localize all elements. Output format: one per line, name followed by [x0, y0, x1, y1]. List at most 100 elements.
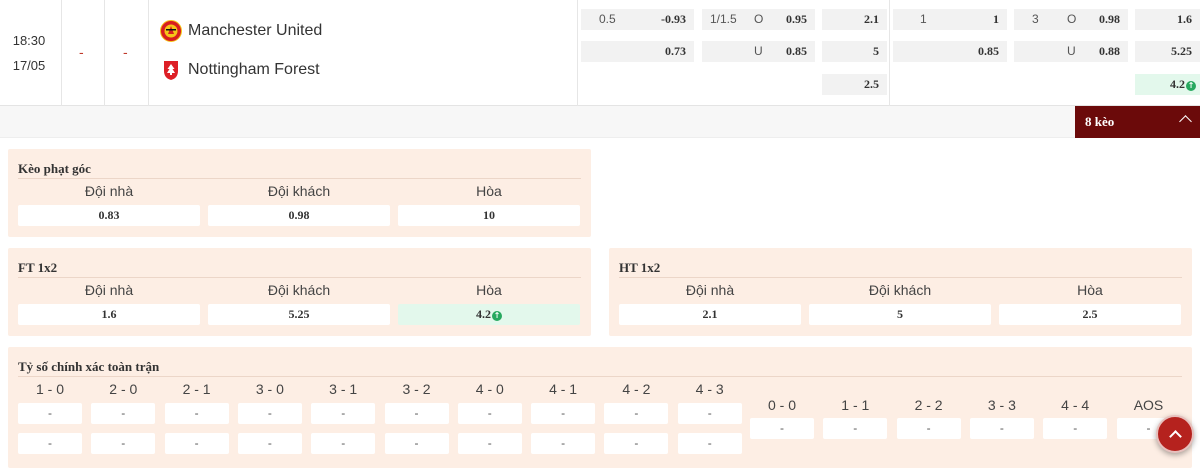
ft-under-value: 0.85: [786, 44, 807, 58]
ft-1x2-draw[interactable]: 2.5: [822, 74, 887, 95]
score-odd[interactable]: -: [384, 433, 449, 454]
score-odd[interactable]: -: [896, 418, 961, 439]
col-header-away: Đội khách: [267, 282, 331, 298]
score-odd[interactable]: -: [18, 433, 82, 454]
score-header: 0 - 0: [767, 397, 796, 413]
ht-home-odd[interactable]: 2.1: [619, 304, 801, 325]
ht-handicap-home[interactable]: 1 1: [893, 9, 1007, 30]
arrow-up-icon: ↑: [492, 311, 502, 321]
score-odd[interactable]: -: [677, 403, 742, 424]
score-odd[interactable]: -: [1043, 418, 1108, 439]
col-header-home: Đội nhà: [84, 282, 134, 298]
score-header: 2 - 1: [182, 381, 211, 397]
ht-away-odd[interactable]: 5: [809, 304, 991, 325]
score-odd[interactable]: -: [91, 403, 156, 424]
ht-1x2-home[interactable]: 1.6: [1135, 9, 1200, 30]
ft-1x2-home-value: 2.1: [864, 12, 879, 26]
score-odd[interactable]: -: [311, 403, 376, 424]
ft-handicap-away[interactable]: 0.73: [581, 41, 694, 62]
divider: [577, 0, 578, 106]
ht-over[interactable]: 3 O 0.98: [1014, 9, 1128, 30]
divider: [104, 0, 105, 106]
score-header: 4 - 4: [1061, 397, 1090, 413]
panel-title: HT 1x2: [619, 260, 661, 275]
score-header: AOS: [1133, 397, 1164, 413]
score-header: 4 - 1: [549, 381, 578, 397]
arrow-up-icon: ↑: [1186, 81, 1196, 91]
match-time: 18:30: [12, 33, 46, 48]
man-utd-crest-icon: [160, 20, 182, 42]
expand-bar: [0, 106, 1200, 138]
score-odd[interactable]: -: [237, 433, 302, 454]
home-team[interactable]: Manchester United: [160, 20, 322, 42]
ft-under[interactable]: U 0.85: [702, 41, 815, 62]
ht-handicap-home-value: 1: [993, 12, 999, 26]
ft-handicap-away-value: 0.73: [665, 44, 686, 58]
ft-over-label: O: [754, 12, 764, 26]
ht-1x2-draw[interactable]: 4.2 ↑: [1135, 74, 1200, 95]
ft-ou-line: 1/1.5: [710, 12, 737, 26]
score-header: 1 - 1: [841, 397, 870, 413]
divider: [148, 0, 149, 106]
score-odd[interactable]: -: [604, 433, 669, 454]
score-odd[interactable]: -: [531, 433, 596, 454]
panel-divider: [18, 376, 1182, 377]
corner-home-odd[interactable]: 0.83: [18, 205, 200, 226]
score-odd[interactable]: -: [969, 418, 1034, 439]
ft-1x2-away[interactable]: 5: [822, 41, 887, 62]
chevron-up-icon: [1169, 430, 1182, 443]
corner-draw-odd[interactable]: 10: [398, 205, 580, 226]
home-team-name: Manchester United: [188, 22, 323, 39]
ht-1x2-away[interactable]: 5.25: [1135, 41, 1200, 62]
col-header-away: Đội khách: [267, 183, 331, 199]
away-score: -: [123, 44, 128, 60]
score-odd[interactable]: -: [677, 433, 742, 454]
ft-1x2-home[interactable]: 2.1: [822, 9, 887, 30]
ft-1x2-away-value: 5: [873, 44, 879, 58]
score-header: 4 - 3: [695, 381, 724, 397]
ft-1x2-panel: FT 1x2 Đội nhà Đội khách Hòa 1.6 5.25 4.…: [8, 248, 591, 336]
more-odds-button[interactable]: 8 kèo: [1075, 106, 1200, 138]
ht-under-value: 0.88: [1099, 44, 1120, 58]
panel-title: FT 1x2: [18, 260, 58, 275]
ft-under-label: U: [754, 44, 763, 58]
corner-away-odd[interactable]: 0.98: [208, 205, 390, 226]
ht-ou-line: 3: [1032, 12, 1039, 26]
col-header-draw: Hòa: [476, 282, 502, 298]
score-odd[interactable]: -: [457, 403, 522, 424]
chevron-up-icon: [1179, 115, 1192, 128]
ht-over-value: 0.98: [1099, 12, 1120, 26]
ft-draw-odd[interactable]: 4.2 ↑: [398, 304, 580, 325]
away-team[interactable]: Nottingham Forest: [160, 59, 320, 81]
score-odd[interactable]: -: [91, 433, 156, 454]
ft-over[interactable]: 1/1.5 O 0.95: [702, 9, 815, 30]
score-odd[interactable]: -: [823, 418, 888, 439]
score-odd[interactable]: -: [18, 403, 82, 424]
ft-handicap-home[interactable]: 0.5 -0.93: [581, 9, 694, 30]
ht-under[interactable]: U 0.88: [1014, 41, 1128, 62]
score-odd[interactable]: -: [384, 403, 449, 424]
ft-home-odd[interactable]: 1.6: [18, 304, 200, 325]
panel-divider: [18, 178, 581, 179]
ht-draw-odd[interactable]: 2.5: [999, 304, 1181, 325]
ft-draw-odd-value: 4.2: [476, 307, 491, 321]
ft-over-value: 0.95: [786, 12, 807, 26]
score-odd[interactable]: -: [237, 403, 302, 424]
scroll-to-top-button[interactable]: [1156, 415, 1194, 453]
score-odd[interactable]: -: [750, 418, 814, 439]
score-odd[interactable]: -: [164, 403, 229, 424]
ht-handicap-away[interactable]: 0.85: [893, 41, 1007, 62]
score-odd[interactable]: -: [164, 433, 229, 454]
ft-away-odd[interactable]: 5.25: [208, 304, 390, 325]
col-header-draw: Hòa: [476, 183, 502, 199]
ht-1x2-away-value: 5.25: [1171, 44, 1192, 58]
score-odd[interactable]: -: [311, 433, 376, 454]
ht-1x2-home-value: 1.6: [1177, 12, 1192, 26]
col-header-draw: Hòa: [1077, 282, 1103, 298]
score-odd[interactable]: -: [457, 433, 522, 454]
panel-title: Kèo phạt góc: [18, 161, 91, 176]
score-odd[interactable]: -: [604, 403, 669, 424]
score-odd[interactable]: -: [531, 403, 596, 424]
score-header: 4 - 2: [622, 381, 651, 397]
ft-handicap-line: 0.5: [599, 12, 616, 26]
